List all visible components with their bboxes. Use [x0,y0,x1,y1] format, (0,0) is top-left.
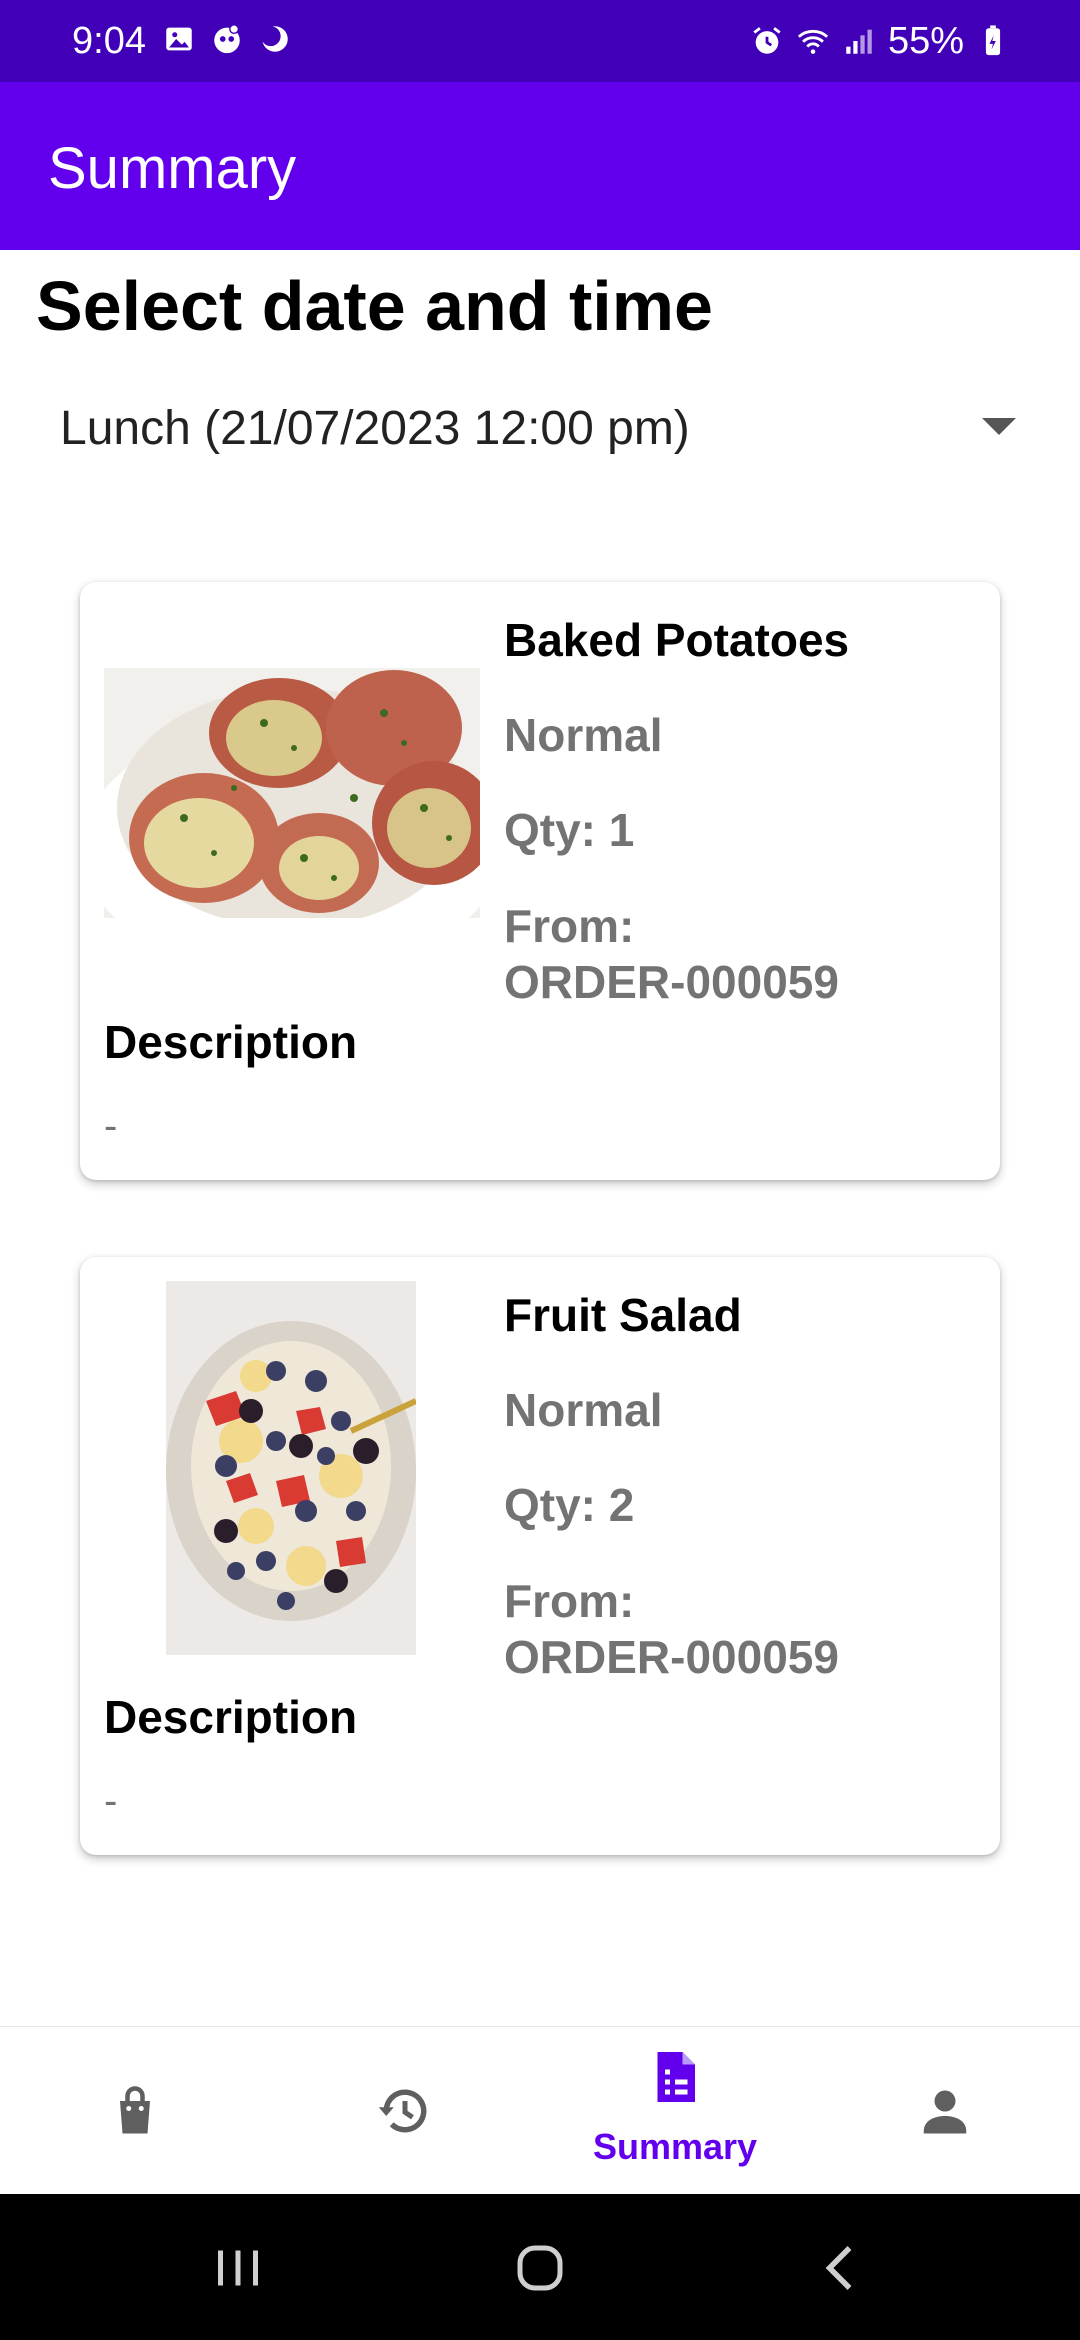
battery-percentage: 55% [887,20,964,62]
nav-item-history[interactable] [270,2027,540,2195]
system-navigation-bar [0,2194,1080,2340]
section-title: Select date and time [36,267,713,345]
recent-apps-button[interactable] [208,2238,268,2298]
back-button[interactable] [812,2238,872,2298]
item-image-baked-potatoes [104,668,480,918]
item-order-number: ORDER-000059 [504,956,839,1008]
meal-date-time-dropdown[interactable]: Lunch (21/07/2023 12:00 pm) [36,390,1016,468]
item-quantity: Qty: 2 [504,1479,635,1531]
signal-icon [846,29,872,54]
nav-item-summary[interactable]: Summary [540,2027,810,2195]
status-time: 9:04 [72,20,146,62]
item-from-label: From: [504,900,635,952]
app-bar: Summary [0,82,1080,250]
item-type: Normal [504,709,663,761]
order-item-card[interactable]: Baked Potatoes Normal Qty: 1 From: ORDER… [80,582,1000,1180]
alarm-icon [753,27,781,54]
item-from-label: From: [504,1575,635,1627]
dropdown-arrow-icon [982,418,1016,435]
item-order-number: ORDER-000059 [504,1631,839,1683]
description-label: Description [104,1016,358,1068]
status-bar: 9:04 55% [0,0,1080,82]
item-quantity: Qty: 1 [504,804,635,856]
description-label: Description [104,1691,358,1743]
app-bar-title: Summary [48,136,297,201]
status-right-icons: 55% [750,18,1010,64]
moon-icon [260,26,288,52]
history-icon [375,2081,435,2141]
shopping-bag-icon [105,2081,165,2141]
status-left-icons [162,22,292,56]
bottom-navigation: Summary [0,2026,1080,2194]
item-name: Fruit Salad [504,1289,742,1341]
wifi-icon [797,29,829,54]
notification-icon [214,24,240,54]
nav-item-profile[interactable] [810,2027,1080,2195]
person-icon [915,2081,975,2141]
order-item-card[interactable]: Fruit Salad Normal Qty: 2 From: ORDER-00… [80,1257,1000,1855]
battery-icon [985,25,1001,56]
item-type: Normal [504,1384,663,1436]
nav-label-summary: Summary [592,2126,758,2167]
nav-item-shop[interactable] [0,2027,270,2195]
meal-date-time-value: Lunch (21/07/2023 12:00 pm) [60,402,690,455]
description-value: - [104,1779,118,1823]
summary-document-icon [645,2047,705,2107]
home-button[interactable] [510,2238,570,2298]
item-name: Baked Potatoes [504,614,850,666]
item-image-fruit-salad [166,1281,416,1655]
gallery-icon [166,27,192,51]
description-value: - [104,1104,118,1148]
